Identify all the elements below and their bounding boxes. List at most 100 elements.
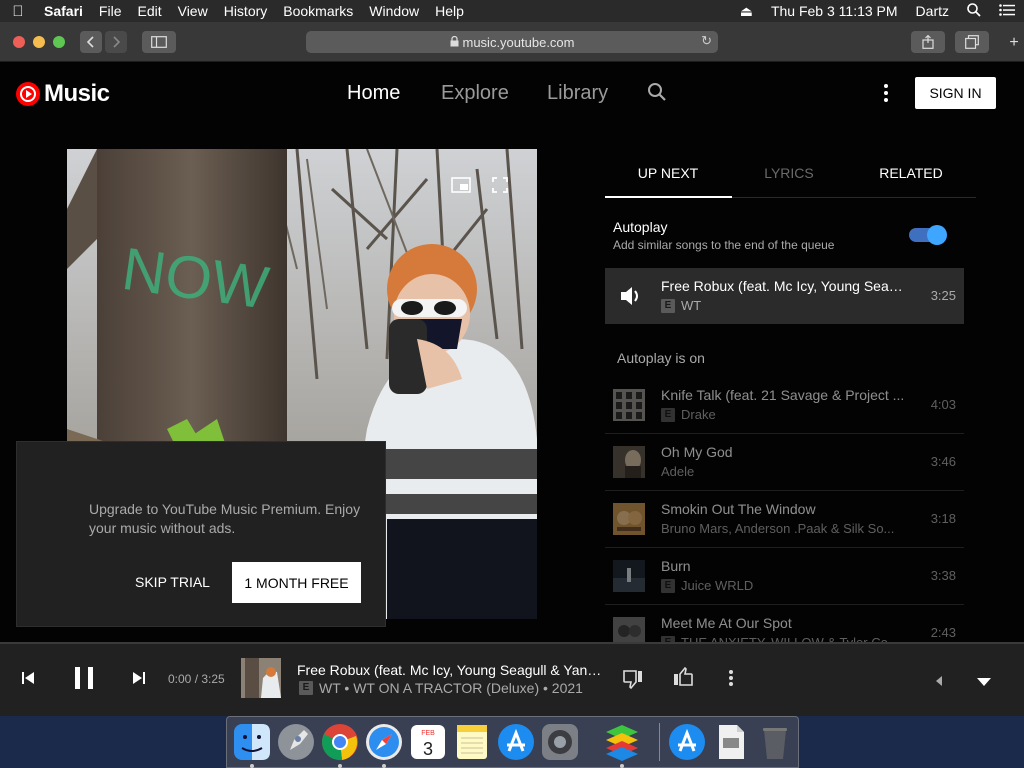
menu-window[interactable]: Window [361,3,427,19]
next-track-icon[interactable] [132,671,146,690]
sidebar-toggle-button[interactable] [142,31,176,53]
notes-icon[interactable] [452,722,492,762]
menu-edit[interactable]: Edit [129,3,169,19]
expand-player-icon[interactable] [976,674,992,692]
volume-icon [613,280,645,312]
menu-view[interactable]: View [170,3,216,19]
app-header: Music Home Explore Library SIGN IN [0,62,1024,124]
address-bar[interactable]: music.youtube.com ↻ [306,31,718,53]
tab-related[interactable]: RELATED [851,165,971,181]
system-preferences-icon[interactable] [540,722,580,762]
youtube-music-logo[interactable]: Music [16,80,110,108]
nav-library[interactable]: Library [547,82,608,105]
trash-icon[interactable] [755,722,795,762]
finder-icon[interactable] [232,722,272,762]
track-duration: 3:46 [930,454,956,469]
spotlight-icon[interactable] [958,2,990,20]
miniplayer-icon[interactable] [451,177,471,198]
track-artist: Adele [661,464,695,479]
upgrade-premium-dialog: Upgrade to YouTube Music Premium. Enjoy … [16,441,386,627]
menu-safari[interactable]: Safari [36,3,91,19]
like-icon[interactable] [672,666,694,693]
tab-overview-button[interactable] [955,31,989,53]
one-month-free-button[interactable]: 1 MONTH FREE [232,562,361,603]
playback-time: 0:00 / 3:25 [168,672,225,686]
calendar-icon[interactable]: FEB 3 [408,722,448,762]
autoplay-title: Autoplay [613,219,668,235]
sidebar-icon [151,36,167,48]
svg-text:3: 3 [423,739,433,759]
running-indicator [620,764,624,768]
eject-icon[interactable]: ⏏ [731,3,762,20]
current-track-title: Free Robux (feat. Mc Icy, Young Seag... [661,278,906,294]
now-playing-subtitle: E WT • WT ON A TRACTOR (Deluxe) • 2021 [299,680,583,696]
track-artist: E Juice WRLD [661,578,753,593]
tabs-icon [965,35,979,49]
queue-item[interactable]: Knife Talk (feat. 21 Savage & Project ..… [605,377,964,433]
menu-history[interactable]: History [216,3,276,19]
logo-text: Music [44,80,110,107]
menubar-clock[interactable]: Thu Feb 3 11:13 PM [762,3,907,19]
downloads-icon[interactable] [711,722,751,762]
running-indicator [382,764,386,768]
close-window-button[interactable] [13,36,25,48]
queue-item[interactable]: Burn E Juice WRLD 3:38 [605,548,964,604]
track-duration: 3:38 [930,568,956,583]
caret-left-icon[interactable] [935,673,943,691]
tab-lyrics[interactable]: LYRICS [729,165,849,181]
track-artist: Bruno Mars, Anderson .Paak & Silk So... [661,521,895,536]
safari-toolbar: music.youtube.com ↻ + [0,22,1024,62]
dock-divider [659,723,660,761]
queue-item[interactable]: Smokin Out The Window Bruno Mars, Anders… [605,491,964,547]
app-store-folder-icon[interactable] [667,722,707,762]
now-playing-thumbnail[interactable] [241,658,281,698]
track-duration: 4:03 [930,397,956,412]
track-title: Burn [661,558,691,574]
more-options-icon[interactable] [884,84,890,105]
app-store-icon[interactable] [496,722,536,762]
tab-up-next[interactable]: UP NEXT [608,165,728,181]
more-actions-icon[interactable] [729,670,733,691]
fullscreen-icon[interactable] [492,177,508,198]
progress-bar[interactable] [0,642,1024,644]
launchpad-icon[interactable] [276,722,316,762]
skip-trial-button[interactable]: SKIP TRIAL [135,574,210,590]
autoplay-on-label: Autoplay is on [617,350,705,366]
nav-explore[interactable]: Explore [441,82,509,105]
search-icon[interactable] [647,82,667,107]
track-duration: 3:18 [930,511,956,526]
forward-button[interactable] [105,31,127,53]
previous-track-icon[interactable] [21,671,35,690]
menu-file[interactable]: File [91,3,130,19]
menubar-user[interactable]: Dartz [907,3,958,19]
queue-item[interactable]: Oh My God Adele 3:46 [605,434,964,490]
dislike-icon[interactable] [622,668,644,695]
url-text: music.youtube.com [462,34,575,50]
autoplay-toggle[interactable] [909,225,947,245]
explicit-badge: E [661,407,675,422]
new-tab-button[interactable]: + [1004,32,1024,54]
track-title: Meet Me At Our Spot [661,615,792,631]
track-thumbnail [613,446,645,478]
menu-bookmarks[interactable]: Bookmarks [275,3,361,19]
minimize-window-button[interactable] [33,36,45,48]
notification-center-icon[interactable] [990,3,1024,19]
apple-menu-icon[interactable]:  [0,3,36,20]
back-button[interactable] [80,31,102,53]
menu-help[interactable]: Help [427,3,472,19]
zoom-window-button[interactable] [53,36,65,48]
nav-home[interactable]: Home [347,82,400,105]
bluestacks-icon[interactable] [602,722,642,762]
sign-in-button[interactable]: SIGN IN [915,77,996,109]
safari-icon[interactable] [364,722,404,762]
explicit-badge: E [661,578,675,593]
reload-icon[interactable]: ↻ [701,33,712,49]
chrome-icon[interactable] [320,722,360,762]
now-playing-title[interactable]: Free Robux (feat. Mc Icy, Young Seagull … [297,662,602,678]
queue-current-track[interactable]: Free Robux (feat. Mc Icy, Young Seag... … [605,268,964,324]
share-icon [922,35,934,49]
share-button[interactable] [911,31,945,53]
chevron-left-icon [86,36,94,48]
pause-icon[interactable] [73,666,95,695]
youtube-music-app: Music Home Explore Library SIGN IN NOW U… [0,62,1024,716]
